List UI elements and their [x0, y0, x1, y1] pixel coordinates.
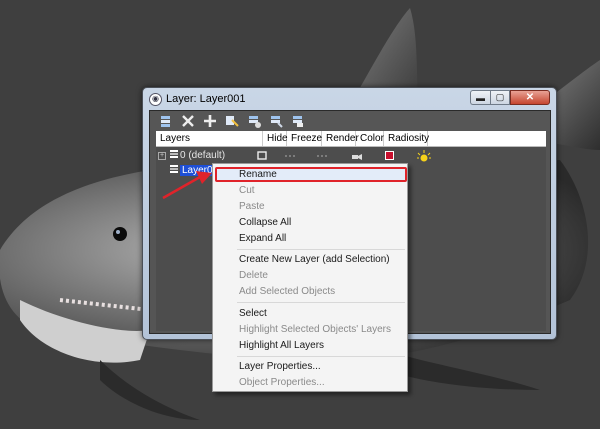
menu-item-object-properties[interactable]: Object Properties... — [213, 375, 407, 390]
maximize-button[interactable]: ▢ — [490, 90, 510, 105]
hide-toggle[interactable] — [248, 149, 276, 162]
menu-separator — [237, 302, 405, 303]
close-button[interactable]: ✕ — [510, 90, 550, 105]
radiosity-bulb-icon[interactable] — [404, 149, 444, 162]
column-header-radiosity[interactable]: Radiosity — [384, 131, 429, 146]
menu-item-create-new-layer[interactable]: Create New Layer (add Selection) — [213, 252, 407, 267]
menu-separator — [237, 356, 405, 357]
hide-freeze-all-icon[interactable] — [268, 114, 284, 128]
menu-item-add-selected-objects[interactable]: Add Selected Objects — [213, 284, 407, 299]
column-header-hide[interactable]: Hide — [263, 131, 288, 146]
column-header-freeze[interactable]: Freeze — [287, 131, 322, 146]
layer-icon — [170, 149, 178, 162]
highlight-selected-icon[interactable] — [246, 114, 262, 128]
layer-color-swatch[interactable] — [374, 149, 404, 162]
window-title: Layer: Layer001 — [166, 93, 246, 105]
add-to-layer-icon[interactable] — [202, 114, 218, 128]
render-toggle-icon[interactable] — [340, 149, 374, 162]
menu-item-layer-properties[interactable]: Layer Properties... — [213, 359, 407, 374]
create-new-layer-icon[interactable] — [158, 114, 174, 128]
layer-list-header: Layers Hide Freeze Render Color Radiosit… — [156, 131, 546, 147]
menu-separator — [237, 249, 405, 250]
layer-properties-icon[interactable] — [290, 114, 306, 128]
menu-item-highlight-selected-layers[interactable]: Highlight Selected Objects' Layers — [213, 322, 407, 337]
menu-item-expand-all[interactable]: Expand All — [213, 231, 407, 246]
delete-layer-icon[interactable] — [180, 114, 196, 128]
app-icon: ◉ — [149, 92, 162, 106]
freeze-toggle-secondary[interactable] — [306, 149, 340, 162]
title-bar[interactable]: ◉ Layer: Layer001 ▬ ▢ ✕ — [143, 88, 556, 110]
menu-item-paste[interactable]: Paste — [213, 199, 407, 214]
menu-item-select[interactable]: Select — [213, 306, 407, 321]
layer-row[interactable]: + 0 (default) — [156, 149, 546, 162]
window-controls: ▬ ▢ ✕ — [470, 90, 550, 105]
menu-item-delete[interactable]: Delete — [213, 268, 407, 283]
select-highlighted-icon[interactable] — [224, 114, 240, 128]
menu-item-highlight-all-layers[interactable]: Highlight All Layers — [213, 338, 407, 353]
menu-item-rename[interactable]: Rename — [215, 167, 407, 182]
column-header-layers[interactable]: Layers — [156, 131, 263, 146]
layer-context-menu: Rename Cut Paste Collapse All Expand All… — [212, 163, 408, 392]
column-header-color[interactable]: Color — [356, 131, 384, 146]
column-header-render[interactable]: Render — [322, 131, 359, 146]
layer-name[interactable]: 0 (default) — [180, 150, 225, 161]
menu-item-cut[interactable]: Cut — [213, 183, 407, 198]
menu-item-collapse-all[interactable]: Collapse All — [213, 215, 407, 230]
minimize-button[interactable]: ▬ — [470, 90, 490, 105]
layer-toolbar — [150, 111, 550, 131]
freeze-toggle[interactable] — [276, 149, 306, 162]
expand-toggle[interactable]: + — [158, 151, 166, 160]
annotation-arrow-icon — [162, 171, 212, 200]
